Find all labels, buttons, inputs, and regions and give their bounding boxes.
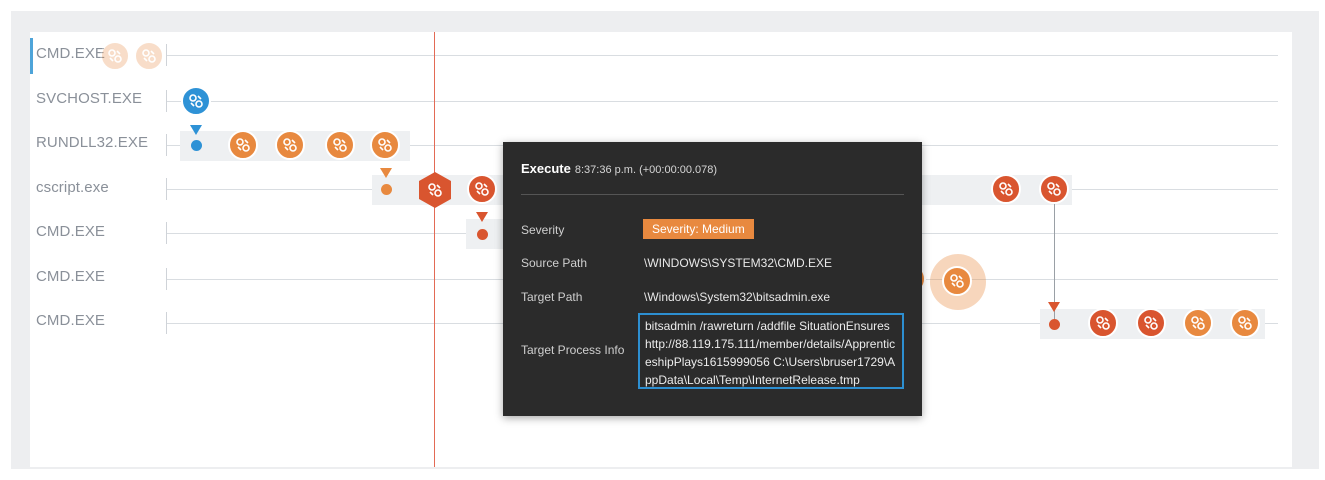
target-process-info-value[interactable]: bitsadmin /rawreturn /addfile SituationE… <box>638 313 904 389</box>
link-icon <box>1191 316 1205 330</box>
link-icon <box>378 138 392 152</box>
triangle-down-icon <box>190 125 202 135</box>
event-node-svchost[interactable] <box>181 86 211 116</box>
link-icon <box>142 49 156 63</box>
row-separator <box>166 178 167 200</box>
triangle-down-icon <box>1048 302 1060 312</box>
source-path-label: Source Path <box>521 256 588 270</box>
event-node-faded[interactable] <box>134 41 164 71</box>
severity-label: Severity <box>521 223 565 237</box>
link-icon <box>333 138 347 152</box>
target-path-label: Target Path <box>521 290 583 304</box>
event-node-rundll32[interactable] <box>275 130 305 160</box>
row-label-rundll32[interactable]: RUNDLL32.EXE <box>36 134 148 151</box>
row-separator <box>166 134 167 156</box>
event-node-cmd[interactable] <box>1183 308 1213 338</box>
event-node-cmd[interactable] <box>1136 308 1166 338</box>
tooltip-title: Execute <box>521 161 571 176</box>
row-separator <box>166 222 167 244</box>
spawn-dot <box>381 184 392 195</box>
event-node-rundll32[interactable] <box>325 130 355 160</box>
link-icon <box>1047 182 1061 196</box>
row-separator <box>166 44 167 66</box>
spawn-dot <box>1049 319 1060 330</box>
hexagon-icon[interactable] <box>416 171 454 209</box>
spawn-dot <box>191 140 202 151</box>
link-icon <box>283 138 297 152</box>
row-line-0 <box>166 55 1278 56</box>
tooltip-header: Execute 8:37:36 p.m. (+00:00:00.078) <box>521 161 717 176</box>
target-process-info-label: Target Process Info <box>521 343 625 357</box>
link-icon <box>950 274 964 288</box>
link-icon <box>1096 316 1110 330</box>
row-separator <box>166 312 167 334</box>
row-label-cmd[interactable]: CMD.EXE <box>36 223 105 240</box>
event-node-rundll32[interactable] <box>370 130 400 160</box>
event-details-tooltip: Execute 8:37:36 p.m. (+00:00:00.078) Seve… <box>503 142 922 416</box>
row-label-cscript[interactable]: cscript.exe <box>36 179 109 196</box>
target-path-value: \Windows\System32\bitsadmin.exe <box>644 290 831 304</box>
selected-row-indicator <box>30 38 33 74</box>
link-icon <box>1144 316 1158 330</box>
event-node-rundll32[interactable] <box>228 130 258 160</box>
severity-badge: Severity: Medium <box>643 219 754 239</box>
event-node-cmd[interactable] <box>1088 308 1118 338</box>
row-separator <box>166 90 167 112</box>
source-path-value: \WINDOWS\SYSTEM32\CMD.EXE <box>644 256 833 270</box>
triangle-down-icon <box>476 212 488 222</box>
row-separator <box>166 268 167 290</box>
tooltip-divider <box>521 194 904 195</box>
event-node-cscript[interactable] <box>1039 174 1069 204</box>
row-label-cmd[interactable]: CMD.EXE <box>36 45 105 62</box>
row-line-1 <box>166 101 1278 102</box>
row-label-cmd[interactable]: CMD.EXE <box>36 312 105 329</box>
event-node-cscript[interactable] <box>991 174 1021 204</box>
link-icon <box>999 182 1013 196</box>
spawn-dot <box>477 229 488 240</box>
triangle-down-icon <box>380 168 392 178</box>
link-icon <box>189 94 203 108</box>
link-icon <box>236 138 250 152</box>
link-icon <box>1238 316 1252 330</box>
link-icon <box>108 49 122 63</box>
event-node-cmd[interactable] <box>1230 308 1260 338</box>
event-node-faded[interactable] <box>100 41 130 71</box>
event-node-cscript[interactable] <box>467 174 497 204</box>
row-label-cmd[interactable]: CMD.EXE <box>36 268 105 285</box>
timeline-cursor[interactable] <box>434 32 435 467</box>
row-label-svchost[interactable]: SVCHOST.EXE <box>36 90 142 107</box>
link-icon <box>475 182 489 196</box>
event-node-selected[interactable] <box>942 266 972 296</box>
tooltip-time: 8:37:36 p.m. (+00:00:00.078) <box>574 164 718 176</box>
